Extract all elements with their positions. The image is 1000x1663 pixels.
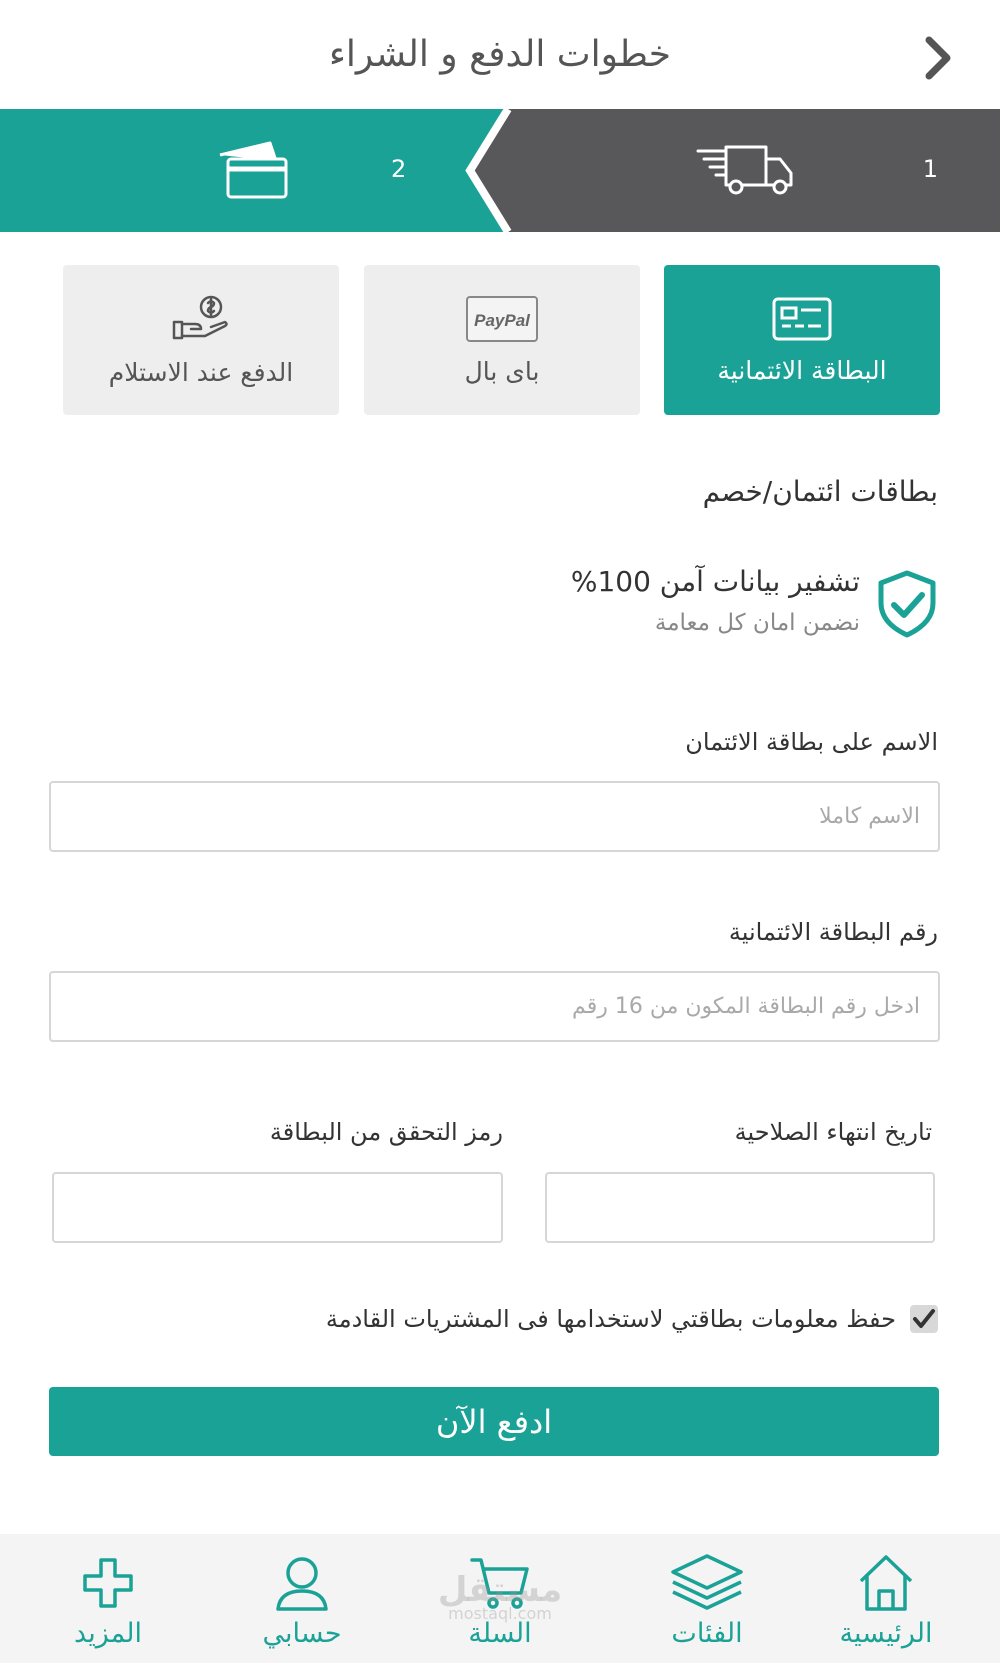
nav-item-more[interactable]: المزيد	[28, 1534, 188, 1663]
card-number-input[interactable]	[49, 971, 940, 1042]
save-card-label: حفظ معلومات بطاقتي لاستخدامها فى المشتري…	[325, 1305, 896, 1333]
step-2-number: 2	[391, 155, 407, 183]
expiry-date-input[interactable]	[545, 1172, 935, 1243]
payment-tab-label: البطاقة الائتمانية	[717, 355, 887, 385]
payment-tab-cash-on-delivery[interactable]: الدفع عند الاستلام	[63, 265, 339, 415]
credit-card-icon	[772, 297, 832, 340]
payment-tab-credit-card[interactable]: البطاقة الائتمانية	[664, 265, 940, 415]
delivery-truck-icon	[696, 145, 793, 195]
security-info: تشفير بيانات آمن 100% نضمن امان كل معامة	[438, 565, 938, 645]
chevron-right-icon	[925, 36, 951, 80]
checkout-steps: 1 2	[0, 109, 1000, 232]
nav-label: حسابي	[262, 1618, 342, 1649]
security-subtitle: نضمن امان كل معامة	[654, 610, 860, 636]
layers-icon	[671, 1554, 743, 1610]
user-icon	[276, 1557, 328, 1611]
expiry-date-label: تاريخ انتهاء الصلاحية	[734, 1118, 932, 1146]
pay-now-button[interactable]: ادفع الآن	[49, 1387, 939, 1456]
nav-label: الفئات	[671, 1618, 743, 1649]
payment-tab-paypal[interactable]: PayPal باى بال	[364, 265, 640, 415]
payment-tab-label: الدفع عند الاستلام	[108, 357, 294, 387]
card-name-input[interactable]	[49, 781, 940, 852]
back-button[interactable]	[918, 34, 958, 82]
nav-item-account[interactable]: حسابي	[222, 1534, 382, 1663]
shield-check-icon	[878, 570, 936, 638]
plus-icon	[83, 1558, 133, 1608]
cvv-label: رمز التحقق من البطاقة	[269, 1118, 503, 1146]
credit-cards-icon	[219, 141, 288, 199]
step-1-number: 1	[922, 155, 938, 183]
save-card-row: حفظ معلومات بطاقتي لاستخدامها فى المشتري…	[326, 1305, 938, 1333]
svg-text:PayPal: PayPal	[474, 311, 531, 330]
paypal-icon: PayPal	[466, 295, 538, 342]
nav-label: المزيد	[74, 1618, 142, 1649]
nav-item-cart[interactable]: السلة	[420, 1534, 580, 1663]
cash-on-delivery-icon	[172, 295, 228, 339]
nav-label: الرئيسية	[839, 1618, 933, 1649]
nav-item-categories[interactable]: الفئات	[627, 1534, 787, 1663]
save-card-checkbox[interactable]	[910, 1305, 938, 1333]
cart-icon	[470, 1558, 529, 1609]
nav-item-home[interactable]: الرئيسية	[806, 1534, 966, 1663]
nav-label: السلة	[468, 1618, 532, 1649]
card-number-label: رقم البطاقة الائتمانية	[728, 918, 938, 946]
home-icon	[859, 1555, 913, 1611]
section-title: بطاقات ائتمان/خصم	[702, 475, 938, 508]
cvv-input[interactable]	[52, 1172, 503, 1243]
security-title: تشفير بيانات آمن 100%	[570, 565, 860, 598]
page-title: خطوات الدفع و الشراء	[328, 34, 672, 75]
payment-tab-label: باى بال	[464, 356, 540, 386]
bottom-navigation: الرئيسية الفئات السلة حسابي المزيد	[0, 1534, 1000, 1663]
card-name-label: الاسم على بطاقة الائتمان	[685, 728, 938, 756]
checkmark-icon	[913, 1309, 935, 1328]
